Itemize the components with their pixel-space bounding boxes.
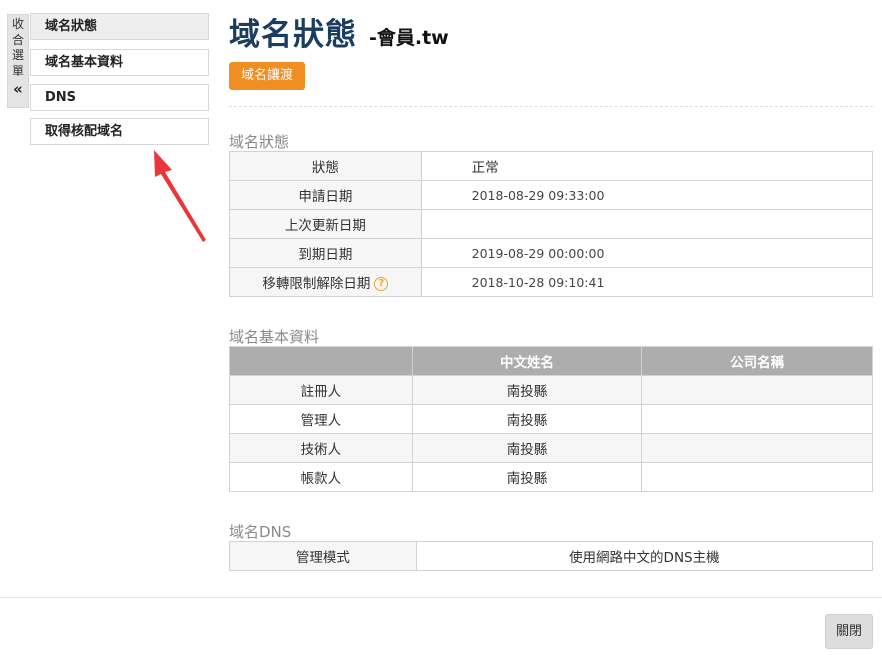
collapse-label-char: 收 xyxy=(11,17,24,31)
column-header-chinese-name: 中文姓名 xyxy=(411,346,643,376)
table-header-row: 中文姓名 公司名稱 xyxy=(229,346,873,376)
page-title: 域名狀態 xyxy=(229,17,357,53)
sidebar-item-domain-basic-info[interactable]: 域名基本資料 xyxy=(30,49,209,76)
expiry-date-label: 到期日期 xyxy=(229,238,422,268)
collapse-label-char: 合 xyxy=(11,32,24,47)
name-cell: 南投縣 xyxy=(411,462,643,492)
section-heading-dns: 域名DNS xyxy=(229,523,292,541)
dns-mode-label: 管理模式 xyxy=(229,541,417,571)
table-row: 管理人 南投縣 xyxy=(229,404,873,434)
table-row: 註冊人 南投縣 xyxy=(229,375,873,405)
name-cell: 南投縣 xyxy=(411,433,643,463)
column-header-company-name: 公司名稱 xyxy=(641,346,873,376)
table-row: 管理模式 使用網路中文的DNS主機 xyxy=(229,541,874,571)
company-cell xyxy=(641,375,873,405)
table-row: 到期日期 2019-08-29 00:00:00 xyxy=(229,238,874,268)
collapse-label-char: 單 xyxy=(11,63,24,78)
close-button[interactable]: 關閉 xyxy=(825,614,873,649)
footer-divider xyxy=(0,597,882,598)
expiry-date-value: 2019-08-29 00:00:00 xyxy=(420,238,874,268)
name-cell: 南投縣 xyxy=(411,404,643,434)
basic-info-table: 中文姓名 公司名稱 註冊人 南投縣 管理人 南投縣 技術人 南投縣 帳款人 南投… xyxy=(229,346,873,492)
role-cell: 管理人 xyxy=(229,404,413,434)
sidebar-item-dns[interactable]: DNS xyxy=(30,84,209,111)
role-cell: 技術人 xyxy=(229,433,413,463)
status-table: 狀態 正常 申請日期 2018-08-29 09:33:00 上次更新日期 到期… xyxy=(229,151,874,297)
sidebar-item-get-assigned-domain[interactable]: 取得核配域名 xyxy=(30,118,209,145)
double-chevron-left-icon: « xyxy=(13,80,23,98)
column-header-role xyxy=(229,346,413,376)
apply-date-label: 申請日期 xyxy=(229,180,422,210)
company-cell xyxy=(641,433,873,463)
section-heading-basic-info: 域名基本資料 xyxy=(229,328,320,346)
status-value: 正常 xyxy=(420,151,874,181)
collapse-label-char: 選 xyxy=(11,48,24,62)
dns-mode-value: 使用網路中文的DNS主機 xyxy=(415,541,874,571)
collapse-menu-toggle[interactable]: 收 合 選 單 « xyxy=(7,14,29,108)
status-label: 狀態 xyxy=(229,151,422,181)
company-cell xyxy=(641,462,873,492)
last-update-value xyxy=(420,209,874,239)
sidebar-item-domain-status[interactable]: 域名狀態 xyxy=(30,13,209,40)
role-cell: 帳款人 xyxy=(229,462,413,492)
transfer-lock-value: 2018-10-28 09:10:41 xyxy=(420,267,874,297)
annotation-arrow xyxy=(154,150,206,242)
table-row: 申請日期 2018-08-29 09:33:00 xyxy=(229,180,874,210)
table-row: 移轉限制解除日期? 2018-10-28 09:10:41 xyxy=(229,267,874,297)
role-cell: 註冊人 xyxy=(229,375,413,405)
table-row: 帳款人 南投縣 xyxy=(229,462,873,492)
table-row: 上次更新日期 xyxy=(229,209,874,239)
transfer-lock-label-cell: 移轉限制解除日期? xyxy=(229,267,422,297)
domain-transfer-button[interactable]: 域名讓渡 xyxy=(229,62,305,90)
dns-table: 管理模式 使用網路中文的DNS主機 xyxy=(229,541,874,571)
question-help-icon[interactable]: ? xyxy=(374,277,389,291)
table-row: 技術人 南投縣 xyxy=(229,433,873,463)
table-row: 狀態 正常 xyxy=(229,151,874,181)
transfer-lock-label: 移轉限制解除日期 xyxy=(262,276,371,292)
apply-date-value: 2018-08-29 09:33:00 xyxy=(420,180,874,210)
domain-name-subtitle: -會員.tw xyxy=(369,27,449,49)
name-cell: 南投縣 xyxy=(411,375,643,405)
company-cell xyxy=(641,404,873,434)
section-heading-status: 域名狀態 xyxy=(229,133,290,151)
last-update-label: 上次更新日期 xyxy=(229,209,422,239)
divider xyxy=(229,106,873,107)
